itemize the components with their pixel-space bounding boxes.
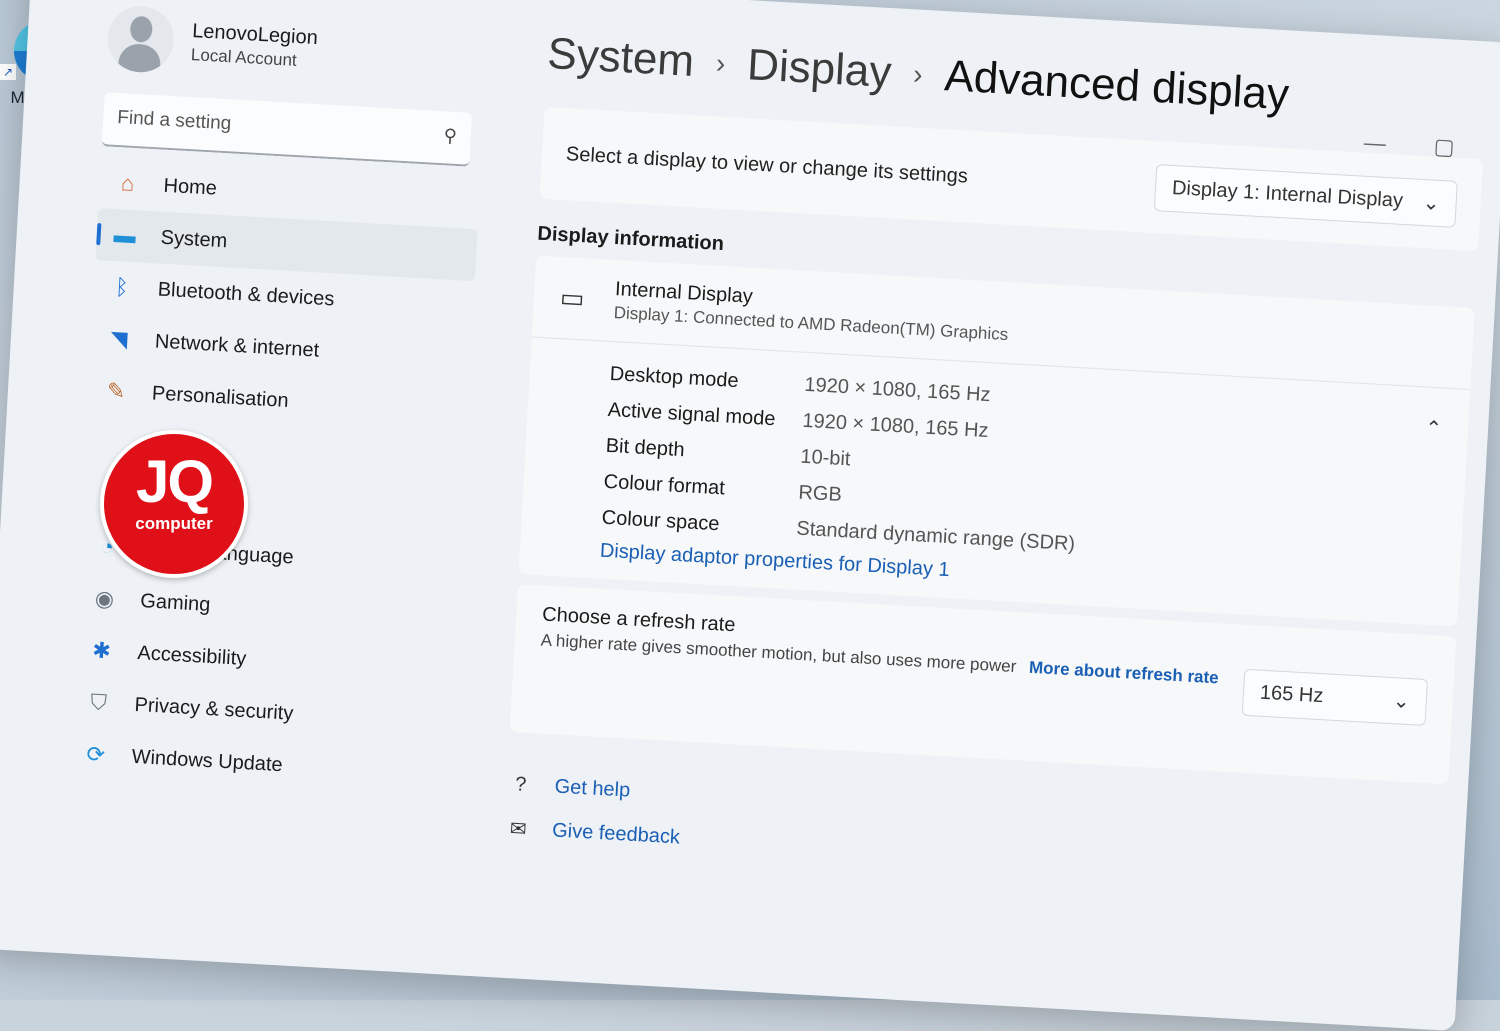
accessibility-icon: ✱ (91, 637, 112, 664)
help-icon: ? (514, 772, 527, 796)
chevron-down-icon: ⌄ (1392, 690, 1411, 714)
property-value: Standard dynamic range (SDR) (795, 517, 1076, 555)
help-links: ? Get help ✉ Give feedback (503, 762, 1446, 902)
jq-computer-watermark-logo: JQ computer (100, 430, 248, 578)
sidebar-item-label: Bluetooth & devices (157, 278, 335, 310)
property-label: Active signal mode (607, 398, 777, 430)
sidebar-item-label: Privacy & security (133, 693, 294, 725)
gamepad-icon: ◉ (94, 585, 115, 612)
sidebar-item-label: System (160, 226, 228, 252)
wifi-icon: ◥ (109, 325, 129, 352)
sidebar-item-label: Gaming (139, 589, 211, 616)
select-display-label: Select a display to view or change its s… (565, 142, 969, 188)
property-label: Colour format (603, 470, 726, 499)
account-type: Local Account (190, 44, 298, 70)
property-label: Colour space (601, 506, 721, 535)
sidebar-item-label: Windows Update (131, 745, 284, 776)
sidebar-item-label: Accessibility (136, 641, 247, 670)
property-value: 1920 × 1080, 165 Hz (803, 373, 992, 406)
display-select-dropdown[interactable]: Display 1: Internal Display ⌄ (1153, 163, 1458, 228)
feedback-icon: ✉ (509, 817, 528, 841)
chevron-right-icon: › (912, 58, 924, 90)
sidebar: LenovoLegion Local Account ⚲ ⌂ Home ▬ Sy… (66, 4, 489, 800)
get-help-link[interactable]: Get help (554, 775, 631, 802)
shield-icon: ⛉ (89, 689, 108, 716)
property-label: Bit depth (605, 434, 686, 461)
sidebar-item-label: Network & internet (154, 329, 320, 362)
property-value: RGB (797, 481, 843, 506)
sidebar-item-label: Home (163, 174, 218, 200)
page-title: Advanced display (943, 51, 1291, 120)
chevron-down-icon: ⌄ (1422, 191, 1441, 215)
property-value: 10-bit (799, 445, 852, 470)
watermark-big-text: JQ (135, 448, 214, 515)
laptop-icon: ▭ (559, 282, 586, 314)
main-content: System › Display › Advanced display Sele… (503, 29, 1487, 902)
search-input[interactable] (101, 92, 433, 161)
home-icon: ⌂ (120, 170, 136, 197)
apps-icon (99, 443, 127, 445)
search-box: ⚲ (101, 92, 473, 167)
display-select-value: Display 1: Internal Display (1171, 176, 1404, 212)
select-display-card: Select a display to view or change its s… (539, 106, 1484, 252)
system-icon: ▬ (113, 222, 137, 249)
give-feedback-link[interactable]: Give feedback (552, 819, 681, 849)
breadcrumb-display[interactable]: Display (746, 40, 893, 98)
user-profile[interactable]: LenovoLegion Local Account (105, 4, 489, 91)
breadcrumb-system[interactable]: System (546, 29, 695, 87)
chevron-right-icon: › (715, 47, 727, 79)
bluetooth-icon: ᛒ (114, 274, 130, 300)
property-value: 1920 × 1080, 165 Hz (801, 409, 990, 442)
refresh-rate-value: 165 Hz (1259, 681, 1324, 708)
search-icon[interactable]: ⚲ (443, 125, 457, 147)
avatar (105, 4, 176, 74)
update-icon: ⟳ (85, 741, 106, 768)
chevron-up-icon[interactable]: ⌃ (1425, 416, 1443, 442)
shortcut-arrow-icon: ↗ (0, 64, 16, 80)
refresh-rate-dropdown[interactable]: 165 Hz ⌄ (1241, 668, 1429, 726)
display-information-card: ▭ Internal Display Display 1: Connected … (518, 255, 1475, 627)
brush-icon: ✎ (106, 377, 126, 404)
sidebar-item-label: Personalisation (151, 381, 290, 412)
property-label: Desktop mode (609, 362, 740, 392)
watermark-small-text: computer (135, 514, 213, 533)
